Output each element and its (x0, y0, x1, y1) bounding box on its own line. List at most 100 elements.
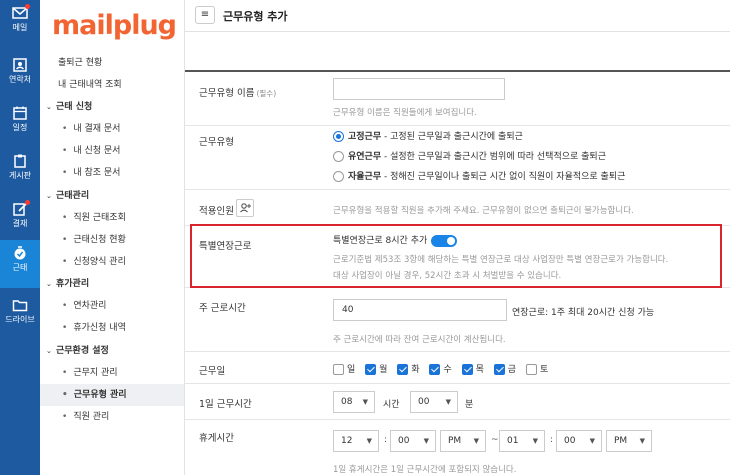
rail-item-board[interactable]: 게시판 (0, 148, 40, 196)
worktype-name-input[interactable] (333, 78, 505, 100)
notification-dot (25, 200, 30, 205)
members-help: 근무유형을 적용할 직원을 추가해 주세요. 근무유형이 없으면 출퇴근이 불가… (333, 206, 634, 216)
nav-group-request[interactable]: ⌄ 근태 신청 (40, 96, 184, 118)
daily-hours-select[interactable]: 08 ▼ (333, 391, 375, 413)
select-value: PM (614, 436, 628, 446)
radio-button[interactable] (333, 171, 344, 182)
break-time-label: 휴게시간 (199, 433, 234, 444)
row-worktype: 근무유형 고정근무 - 고정된 근무일과 출근시간에 출퇴근 유연근무 - 설정… (185, 126, 730, 190)
select-value: 01 (507, 436, 519, 446)
day-sun[interactable]: 일 (333, 362, 355, 375)
rail-item-contacts[interactable]: 연락처 (0, 52, 40, 100)
nav-worktype-manage[interactable]: 근무유형 관리 (40, 384, 184, 406)
day-label: 일 (347, 365, 356, 375)
rail-label: 게시판 (8, 171, 32, 180)
radio-desc: - 고정된 근무일과 출근시간에 출퇴근 (381, 132, 523, 142)
nav-request-status[interactable]: 근태신청 현황 (40, 229, 184, 251)
row-break-time: 휴게시간 12 ▼ : 00 ▼ PM ▼ ~ 01 ▼ : 00 ▼ PM ▼ 1일 휴게… (185, 420, 730, 475)
day-fri[interactable]: 금 (493, 362, 517, 375)
mailplug-logo[interactable]: mailplug (52, 10, 177, 41)
chevron-down-icon: ⌄ (46, 347, 52, 355)
checkbox[interactable] (397, 364, 409, 375)
weekly-overtime-note: 연장근로: 1주 최대 20시간 신청 가능 (512, 308, 655, 318)
nav-group-manage[interactable]: ⌄ 근태관리 (40, 185, 184, 207)
checkbox[interactable] (493, 364, 505, 375)
checkbox[interactable] (429, 364, 441, 375)
nav-leave-history[interactable]: 휴가신청 내역 (40, 317, 184, 339)
day-thu[interactable]: 목 (461, 362, 484, 375)
contact-icon (13, 58, 27, 72)
minutes-unit: 분 (465, 400, 474, 410)
app-rail: 메일 연락처 일정 게시판 결재 근태 드라이브 (0, 0, 40, 475)
page-title: 근무유형 추가 (223, 10, 288, 23)
label-text: 근무유형 이름 (199, 88, 255, 99)
radio-fixed[interactable]: 고정근무 - 고정된 근무일과 출근시간에 출퇴근 (333, 129, 523, 143)
nav-workplace-manage[interactable]: 근무지 관리 (40, 362, 184, 384)
chevron-down-icon: ▼ (366, 437, 372, 445)
break-time-help: 1일 휴게시간은 1일 근무시간에 포함되지 않습니다. (333, 465, 517, 475)
chevron-down-icon: ▼ (473, 437, 479, 445)
nav-my-approval-doc[interactable]: 내 결재 문서 (40, 118, 184, 140)
day-tue[interactable]: 화 (397, 362, 420, 375)
row-daily-hours: 1일 근무시간 08 ▼ 시간 00 ▼ 분 (185, 384, 730, 420)
daily-minutes-select[interactable]: 00 ▼ (410, 391, 458, 413)
nav-staff-lookup[interactable]: 직원 근태조회 (40, 207, 184, 229)
nav-annual-manage[interactable]: 연차관리 (40, 295, 184, 317)
menu-toggle-button[interactable]: ≡ (195, 6, 215, 24)
checkbox[interactable] (333, 364, 344, 375)
radio-title: 고정근무 (348, 132, 382, 142)
board-icon (14, 154, 26, 168)
radio-button[interactable] (333, 131, 344, 142)
nav-staff-manage[interactable]: 직원 관리 (40, 406, 184, 428)
highlight-box (190, 224, 722, 288)
checkbox[interactable] (365, 364, 377, 375)
rail-label: 일정 (12, 123, 28, 132)
radio-autonomous[interactable]: 자율근무 - 정해진 근무일이나 출퇴근 시간 없이 직원이 자율적으로 출퇴근 (333, 169, 625, 183)
rail-item-attendance[interactable]: 근태 (0, 240, 40, 288)
nav-group-leave[interactable]: ⌄ 휴가관리 (40, 273, 184, 295)
nav-group-settings[interactable]: ⌄ 근무환경 설정 (40, 340, 184, 362)
day-label: 토 (539, 365, 549, 375)
day-mon[interactable]: 월 (365, 362, 387, 375)
row-workdays: 근무일 일 월 화 수 목 금 토 (185, 352, 730, 384)
weekly-hours-label: 주 근로시간 (199, 303, 246, 314)
weekly-hours-help: 주 근로시간에 따라 잔여 근로시간이 계산됩니다. (333, 335, 506, 345)
break-start-minute-select[interactable]: 00 ▼ (390, 430, 436, 452)
weekly-hours-input[interactable]: 40 (333, 299, 507, 321)
radio-button[interactable] (333, 151, 344, 162)
break-end-minute-select[interactable]: 00 ▼ (556, 430, 602, 452)
rail-item-drive[interactable]: 드라이브 (0, 292, 40, 340)
checkbox[interactable] (461, 364, 473, 375)
day-wed[interactable]: 수 (429, 362, 452, 375)
nav-form-manage[interactable]: 신청양식 관리 (40, 251, 184, 273)
break-start-ampm-select[interactable]: PM ▼ (440, 430, 486, 452)
nav-my-reference-doc[interactable]: 내 참조 문서 (40, 162, 184, 184)
row-weekly-hours: 주 근로시간 40 연장근로: 1주 최대 20시간 신청 가능 주 근로시간에… (185, 288, 730, 352)
rail-label: 연락처 (8, 75, 32, 84)
break-end-ampm-select[interactable]: PM ▼ (606, 430, 652, 452)
rail-label: 드라이브 (5, 315, 35, 324)
topbar: ≡ 근무유형 추가 (185, 0, 730, 32)
break-end-hour-select[interactable]: 01 ▼ (499, 430, 545, 452)
chevron-down-icon: ▼ (589, 437, 595, 445)
rail-label: 메일 (12, 23, 28, 32)
rail-item-approval[interactable]: 결재 (0, 196, 40, 244)
notification-dot (25, 4, 30, 9)
day-label: 목 (475, 365, 484, 375)
nav-my-history[interactable]: 내 근태내역 조회 (40, 74, 184, 96)
row-members: 적용인원 근무유형을 적용할 직원을 추가해 주세요. 근무유형이 없으면 출퇴… (185, 190, 730, 226)
chevron-down-icon: ⌄ (46, 280, 52, 288)
nav-my-request-doc[interactable]: 내 신청 문서 (40, 140, 184, 162)
hours-unit: 시간 (383, 400, 400, 410)
break-start-hour-select[interactable]: 12 ▼ (333, 430, 379, 452)
select-value: 00 (398, 436, 410, 446)
nav-attendance-status[interactable]: 출퇴근 현황 (40, 52, 184, 74)
checkbox[interactable] (525, 364, 537, 375)
rail-item-calendar[interactable]: 일정 (0, 100, 40, 148)
radio-flexible[interactable]: 유연근무 - 설정한 근무일과 출근시간 범위에 따라 선택적으로 출퇴근 (333, 149, 606, 163)
rail-item-mail[interactable]: 메일 (0, 0, 40, 48)
add-member-button[interactable] (236, 199, 254, 217)
chevron-down-icon: ▼ (423, 437, 429, 445)
day-sat[interactable]: 토 (525, 362, 549, 375)
day-label: 금 (507, 365, 517, 375)
